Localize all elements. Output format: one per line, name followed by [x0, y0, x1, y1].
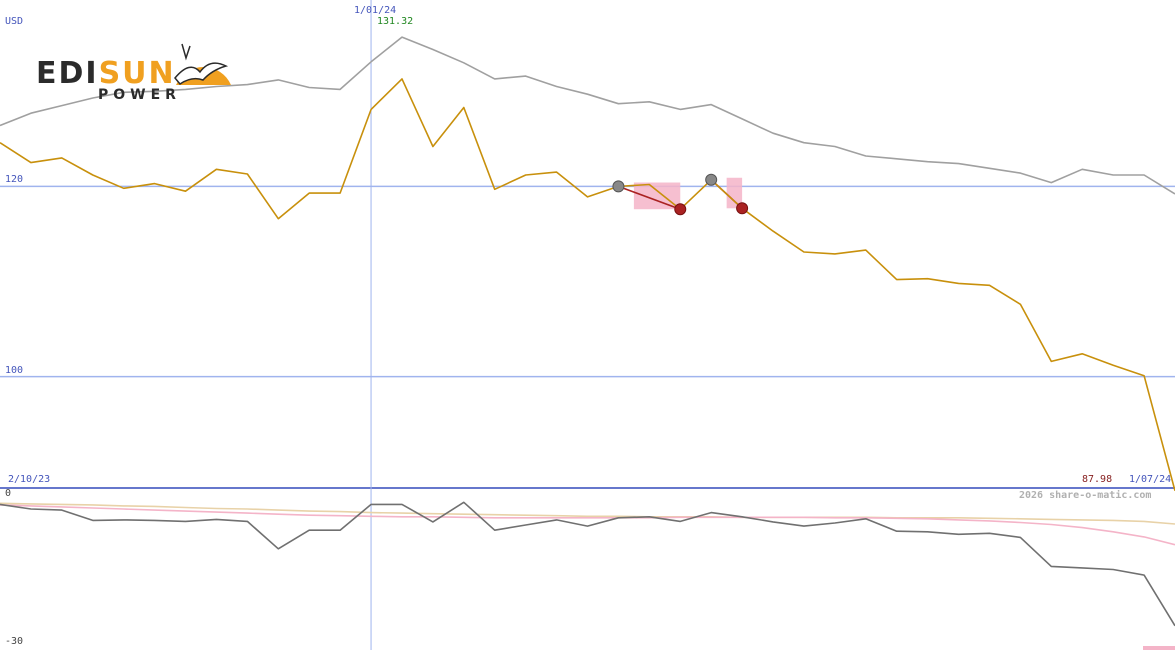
osc-tick-0: 0: [5, 488, 12, 499]
logo-wordmark: EDISUN: [36, 56, 176, 91]
logo-subtitle: POWER: [98, 87, 181, 103]
logo-part1: EDI: [36, 56, 99, 91]
y-tick-120: 120: [5, 174, 24, 186]
signal-zone-0: [633, 182, 681, 210]
buy-marker-0: [612, 180, 625, 193]
logo-part2: SUN: [98, 56, 176, 91]
osc-average-pink: [0, 504, 1175, 546]
line-layer: [0, 36, 1175, 627]
y-tick-100: 100: [5, 364, 24, 376]
osc-end-marker: [1143, 646, 1175, 650]
price-line: [0, 78, 1175, 492]
end-date-label: 1/07/24: [1129, 474, 1172, 485]
last-value-label: 87.98: [1082, 474, 1113, 485]
marker-layer: [612, 173, 1175, 650]
start-date-label: 2/10/23: [8, 474, 51, 485]
cursor-value-label: 131.32: [377, 16, 414, 27]
cursor-date-label: 1/01/24: [354, 5, 397, 16]
currency-label: USD: [5, 16, 24, 27]
buy-marker-2: [705, 173, 718, 186]
sell-marker-3: [736, 202, 749, 215]
osc-tick--30: -30: [5, 636, 24, 647]
sell-marker-1: [674, 203, 687, 216]
company-logo: EDISUN POWER: [36, 38, 236, 108]
copyright-label: 2026 share-o-matic.com: [1019, 490, 1152, 501]
